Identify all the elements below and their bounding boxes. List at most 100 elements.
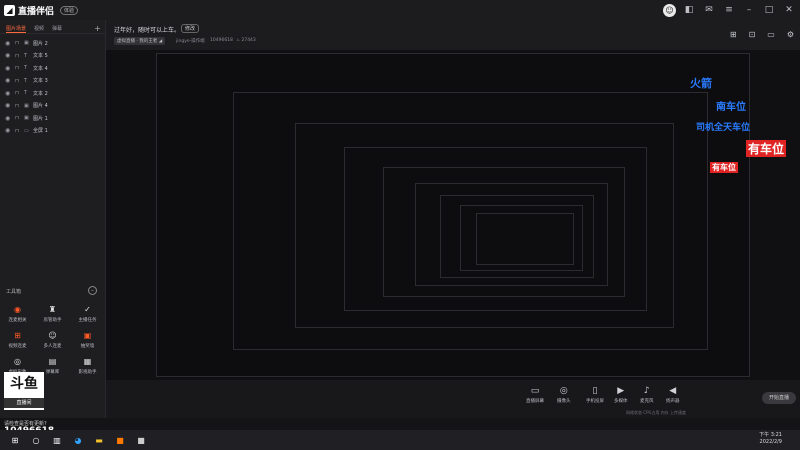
edit-notice-button[interactable]: 修改 <box>181 24 200 33</box>
fans-count: ♨ 27443 <box>236 38 256 43</box>
lock-icon[interactable]: ⊓ <box>15 53 21 59</box>
lock-icon[interactable]: ⊓ <box>15 115 21 121</box>
tool-gift[interactable]: ▣ 抽奖墙 <box>70 329 105 350</box>
edge-icon[interactable]: ◕ <box>72 434 84 446</box>
layer-label: 文本 3 <box>33 78 48 85</box>
layer-type-icon: T <box>24 52 28 59</box>
danmu-message: 南车位 <box>716 102 746 113</box>
lock-icon[interactable]: ⊓ <box>15 90 21 96</box>
preview-canvas[interactable]: 火箭 南车位 司机全天车位 有车位 有车位 <box>106 50 800 380</box>
layer-label: 全屏 1 <box>33 128 48 135</box>
start-live-button[interactable]: 开始直播 <box>762 392 796 404</box>
visibility-eye-icon[interactable]: ◉ <box>5 90 12 97</box>
maximize-icon[interactable]: □ <box>762 3 776 17</box>
toolbox-collapse-icon[interactable]: – <box>88 286 97 295</box>
clock-date: 2022/2/9 <box>759 439 782 445</box>
layer-item[interactable]: ◉ ⊓ T 文本 3 <box>0 75 105 88</box>
tool-label: 视频连麦 <box>8 344 27 349</box>
lock-icon[interactable]: ⊓ <box>15 65 21 71</box>
taskview-icon[interactable]: ▥ <box>51 434 63 446</box>
group-icon: ☺ <box>48 330 57 340</box>
update-warning[interactable]: 请检查是否有更新? <box>4 420 47 427</box>
layer-item[interactable]: ◉ ⊓ T 文本 5 <box>0 50 105 63</box>
layer-item[interactable]: ◉ ⊓ ▣ 图片 2 <box>0 37 105 50</box>
film-icon: ▦ <box>83 356 92 366</box>
tool-group[interactable]: ☺ 多人连麦 <box>35 329 70 350</box>
share-icon[interactable]: ⊞ <box>730 30 737 39</box>
layer-item[interactable]: ◉ ⊓ ▭ 全屏 1 <box>0 125 105 138</box>
visibility-eye-icon[interactable]: ◉ <box>5 115 12 122</box>
layer-item[interactable]: ◉ ⊓ T 文本 2 <box>0 87 105 100</box>
settings-icon[interactable]: ⚙ <box>787 30 794 39</box>
lock-icon[interactable]: ⊡ <box>749 30 756 39</box>
lock-icon[interactable]: ⊓ <box>15 78 21 84</box>
lock-icon[interactable]: ⊓ <box>15 40 21 46</box>
app-logo-icon: ◢ <box>4 4 15 16</box>
message-icon[interactable]: ▭ <box>767 30 775 39</box>
screen-control[interactable]: ▭ 直播屏幕 <box>526 386 544 404</box>
control-label: 直播屏幕 <box>526 399 544 404</box>
lock-icon[interactable]: ⊓ <box>15 128 21 134</box>
visibility-eye-icon[interactable]: ◉ <box>5 102 12 109</box>
user-avatar[interactable]: ☺ <box>663 3 676 17</box>
control-label: 扬声器 <box>666 399 680 404</box>
tool-shield[interactable]: ♜ 房管助手 <box>35 303 70 324</box>
layer-list: ◉ ⊓ ▣ 图片 2 ◉ ⊓ T 文本 5 ◉ ⊓ T 文本 4 ◉ ⊓ T 文本 3 ◉ ⊓ T 文本 2 ◉ ⊓ ▣ 图片… <box>0 34 105 137</box>
shield-icon: ♜ <box>48 304 57 314</box>
screen-icon: ▭ <box>530 386 540 396</box>
douyu-logo-sub: 直播间 <box>4 398 44 408</box>
taskbar-clock[interactable]: 下午 3:21 2022/2/9 <box>759 432 782 446</box>
version-badge[interactable]: 体验 <box>60 5 79 15</box>
status-text: 网络状态 CPU占用 内存 上传速度 <box>626 410 686 415</box>
gift-icon: ▣ <box>83 330 92 340</box>
category-tag[interactable]: 虚拟直播 · 我的王者 ◢ <box>114 37 166 45</box>
layer-type-icon: ▣ <box>24 40 29 47</box>
close-icon[interactable]: ✕ <box>782 3 796 17</box>
lock-icon[interactable]: ⊓ <box>15 103 21 109</box>
tool-label: 主播任务 <box>78 318 97 323</box>
tab-scene-1[interactable]: 视频 <box>34 25 44 33</box>
tab-scene-0[interactable]: 图片场景 <box>6 25 27 33</box>
menu-icon[interactable]: ≡ <box>722 3 736 17</box>
tool-task[interactable]: ✓ 主播任务 <box>70 303 105 324</box>
tool-video-link[interactable]: ⊞ 视频连麦 <box>0 329 35 350</box>
tab-scene-2[interactable]: 弹幕 <box>52 25 62 33</box>
visibility-eye-icon[interactable]: ◉ <box>5 65 12 72</box>
skin-icon[interactable]: ◧ <box>682 3 696 17</box>
search-icon[interactable]: ○ <box>30 434 42 446</box>
windows-icon[interactable]: ⊞ <box>9 434 21 446</box>
visibility-eye-icon[interactable]: ◉ <box>5 52 12 59</box>
title-bar: ◢ 直播伴侣 体验 ☺ ◧ ✉ ≡ – □ ✕ <box>0 0 800 20</box>
mic-control[interactable]: ♪ 麦克风 <box>640 386 654 404</box>
tool-label: 房管助手 <box>43 318 62 323</box>
visibility-eye-icon[interactable]: ◉ <box>5 127 12 134</box>
layer-type-icon: T <box>24 65 28 72</box>
folder-icon[interactable]: ▬ <box>93 434 105 446</box>
visibility-eye-icon[interactable]: ◉ <box>5 77 12 84</box>
layer-item[interactable]: ◉ ⊓ ▣ 图片 1 <box>0 112 105 125</box>
add-scene-icon[interactable]: + <box>94 24 101 33</box>
avatar-icon: ◎ <box>14 356 21 366</box>
speaker-control[interactable]: ◀ 扬声器 <box>666 386 680 404</box>
visibility-eye-icon[interactable]: ◉ <box>5 40 12 47</box>
media-control[interactable]: ▶ 多媒体 <box>614 386 628 404</box>
toolbox-grid: ◉连麦相关♜房管助手✓主播任务⊞视频连麦☺多人连麦▣抽奖墙◎虚拟形象▤弹幕库▦影… <box>0 303 106 376</box>
room-header: 过年好，随时可以上车。 修改 虚拟直播 · 我的王者 ◢ jingye·操作端 … <box>106 20 800 50</box>
tool-film[interactable]: ▦ 影视助手 <box>70 355 105 376</box>
layer-label: 图片 4 <box>33 103 48 110</box>
scene-tabs: 图片场景 视频 弹幕 <box>0 20 105 34</box>
app-name: 直播伴侣 <box>18 6 55 17</box>
camera-control[interactable]: ◎ 摄像头 <box>557 386 571 404</box>
layer-label: 文本 2 <box>33 90 48 97</box>
video-link-icon: ⊞ <box>14 330 21 340</box>
app2-icon[interactable]: ■ <box>135 434 147 446</box>
danmu-message: 司机全天车位 <box>696 123 751 133</box>
minimize-icon[interactable]: – <box>742 3 756 17</box>
app-icon[interactable]: ■ <box>114 434 126 446</box>
layer-item[interactable]: ◉ ⊓ T 文本 4 <box>0 62 105 75</box>
app-logo: ◢ 直播伴侣 体验 <box>0 4 110 17</box>
layer-item[interactable]: ◉ ⊓ ▣ 图片 4 <box>0 100 105 113</box>
tool-broadcast[interactable]: ◉ 连麦相关 <box>0 303 35 324</box>
phone-control[interactable]: ▯ 手机投屏 <box>586 386 604 404</box>
mail-icon[interactable]: ✉ <box>702 3 716 17</box>
